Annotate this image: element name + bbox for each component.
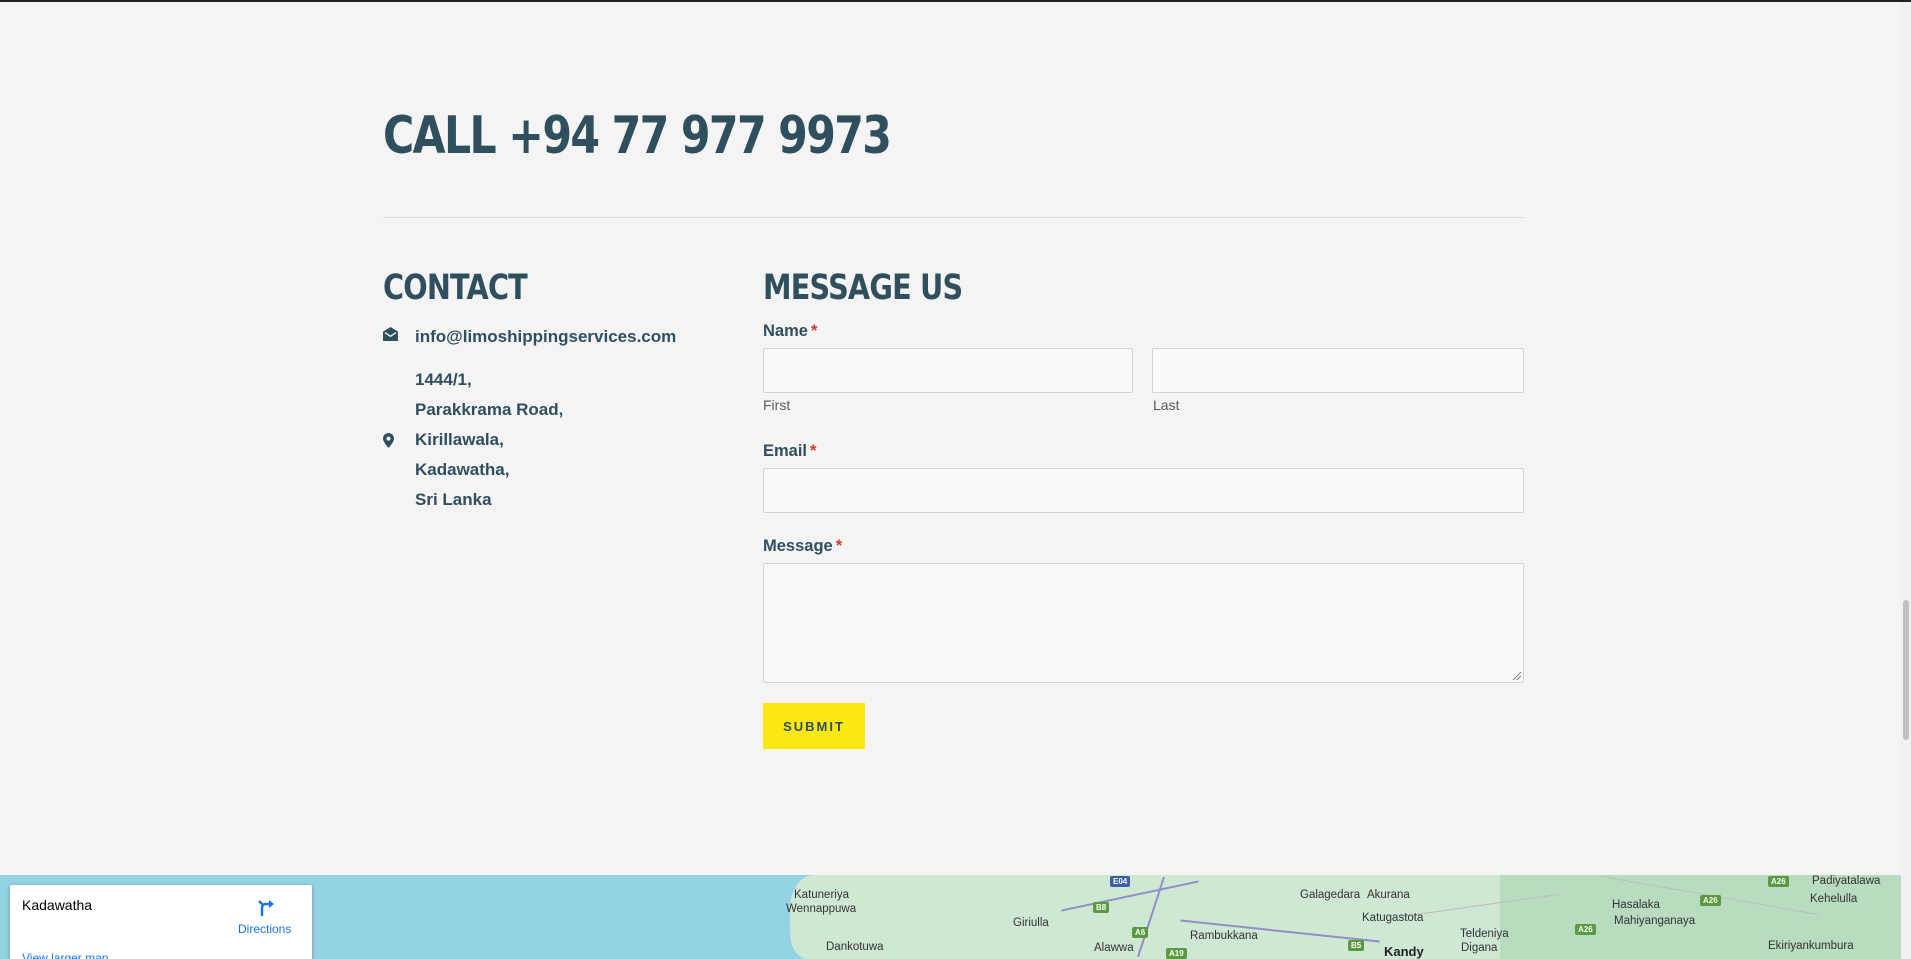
- last-name-input[interactable]: [1152, 348, 1524, 393]
- email-label: Email *: [763, 442, 816, 461]
- road-shield: A6: [1132, 927, 1149, 938]
- contact-address-row: 1444/1, Parakkrama Road, Kirillawala, Ka…: [383, 365, 563, 515]
- email-input[interactable]: [763, 468, 1524, 513]
- required-marker: *: [810, 322, 818, 340]
- map-label: Mahiyanganaya: [1614, 915, 1696, 927]
- name-label-text: Name: [763, 322, 808, 340]
- contact-title: CONTACT: [383, 268, 528, 308]
- envelope-open-icon: [383, 327, 415, 341]
- directions-link[interactable]: Directions: [238, 922, 291, 936]
- map-label: Padiyatalawa: [1812, 875, 1881, 887]
- email-label-text: Email: [763, 442, 808, 460]
- address-line: Kirillawala,: [415, 430, 504, 449]
- map-label: Ekiriyankumbura: [1768, 940, 1854, 952]
- address-line: 1444/1,: [415, 370, 472, 389]
- map-label: Rambukkana: [1190, 930, 1258, 942]
- address-line: Kadawatha,: [415, 460, 510, 479]
- map-label: Wennappuwa: [786, 903, 857, 915]
- call-heading: CALL +94 77 977 9973: [383, 106, 892, 166]
- map-label: Akurana: [1367, 889, 1410, 901]
- required-marker: *: [810, 442, 817, 460]
- road-shield: E04: [1110, 876, 1131, 887]
- road-shield: A19: [1166, 948, 1187, 959]
- contact-email-row: info@limoshippingservices.com: [383, 327, 676, 347]
- view-larger-map-link[interactable]: View larger map: [22, 951, 108, 959]
- place-name: Kadawatha: [22, 897, 93, 913]
- map-label: Dankotuwa: [826, 941, 884, 953]
- address-lines: 1444/1, Parakkrama Road, Kirillawala, Ka…: [415, 365, 563, 515]
- page-scrollbar[interactable]: [1901, 2, 1911, 959]
- message-textarea[interactable]: [763, 563, 1524, 683]
- address-line: Parakkrama Road,: [415, 400, 564, 419]
- map-label: Galagedara: [1300, 889, 1361, 901]
- map-label: Hasalaka: [1612, 899, 1660, 911]
- map-label: Teldeniya: [1460, 928, 1509, 940]
- required-marker: *: [835, 537, 843, 555]
- section-divider: [383, 217, 1524, 218]
- road-shield: B5: [1348, 940, 1365, 951]
- contact-email-link[interactable]: info@limoshippingservices.com: [415, 327, 676, 347]
- road-shield: B8: [1093, 902, 1110, 913]
- map-pin-icon: [383, 365, 415, 515]
- submit-button[interactable]: SUBMIT: [763, 703, 865, 749]
- message-label-text: Message: [763, 537, 833, 555]
- name-label: Name *: [763, 322, 817, 341]
- message-label: Message *: [763, 537, 842, 556]
- map-label: Alawwa: [1094, 942, 1134, 954]
- map-label: Giriulla: [1013, 917, 1049, 929]
- address-line: Sri Lanka: [415, 490, 492, 509]
- top-border: [0, 0, 1911, 2]
- road-shield: A26: [1700, 895, 1721, 906]
- map-label: Katugastota: [1362, 912, 1424, 924]
- scrollbar-thumb[interactable]: [1903, 600, 1909, 740]
- last-sublabel: Last: [1153, 397, 1180, 413]
- road-shield: A26: [1768, 876, 1789, 887]
- map-label: Kehelulla: [1810, 893, 1858, 905]
- first-name-input[interactable]: [763, 348, 1133, 393]
- embedded-map[interactable]: Katuneriya Wennappuwa Dankotuwa Giriulla…: [0, 875, 1901, 959]
- directions-icon[interactable]: [256, 898, 276, 923]
- resize-grip-icon[interactable]: [1513, 672, 1521, 680]
- map-label: Kandy: [1384, 944, 1424, 959]
- message-us-title: MESSAGE US: [763, 268, 963, 308]
- map-place-card: Kadawatha Directions View larger map: [10, 885, 312, 959]
- map-label: Digana: [1461, 942, 1498, 954]
- road-shield: A26: [1575, 924, 1596, 935]
- map-label: Katuneriya: [794, 889, 849, 901]
- first-sublabel: First: [763, 397, 791, 413]
